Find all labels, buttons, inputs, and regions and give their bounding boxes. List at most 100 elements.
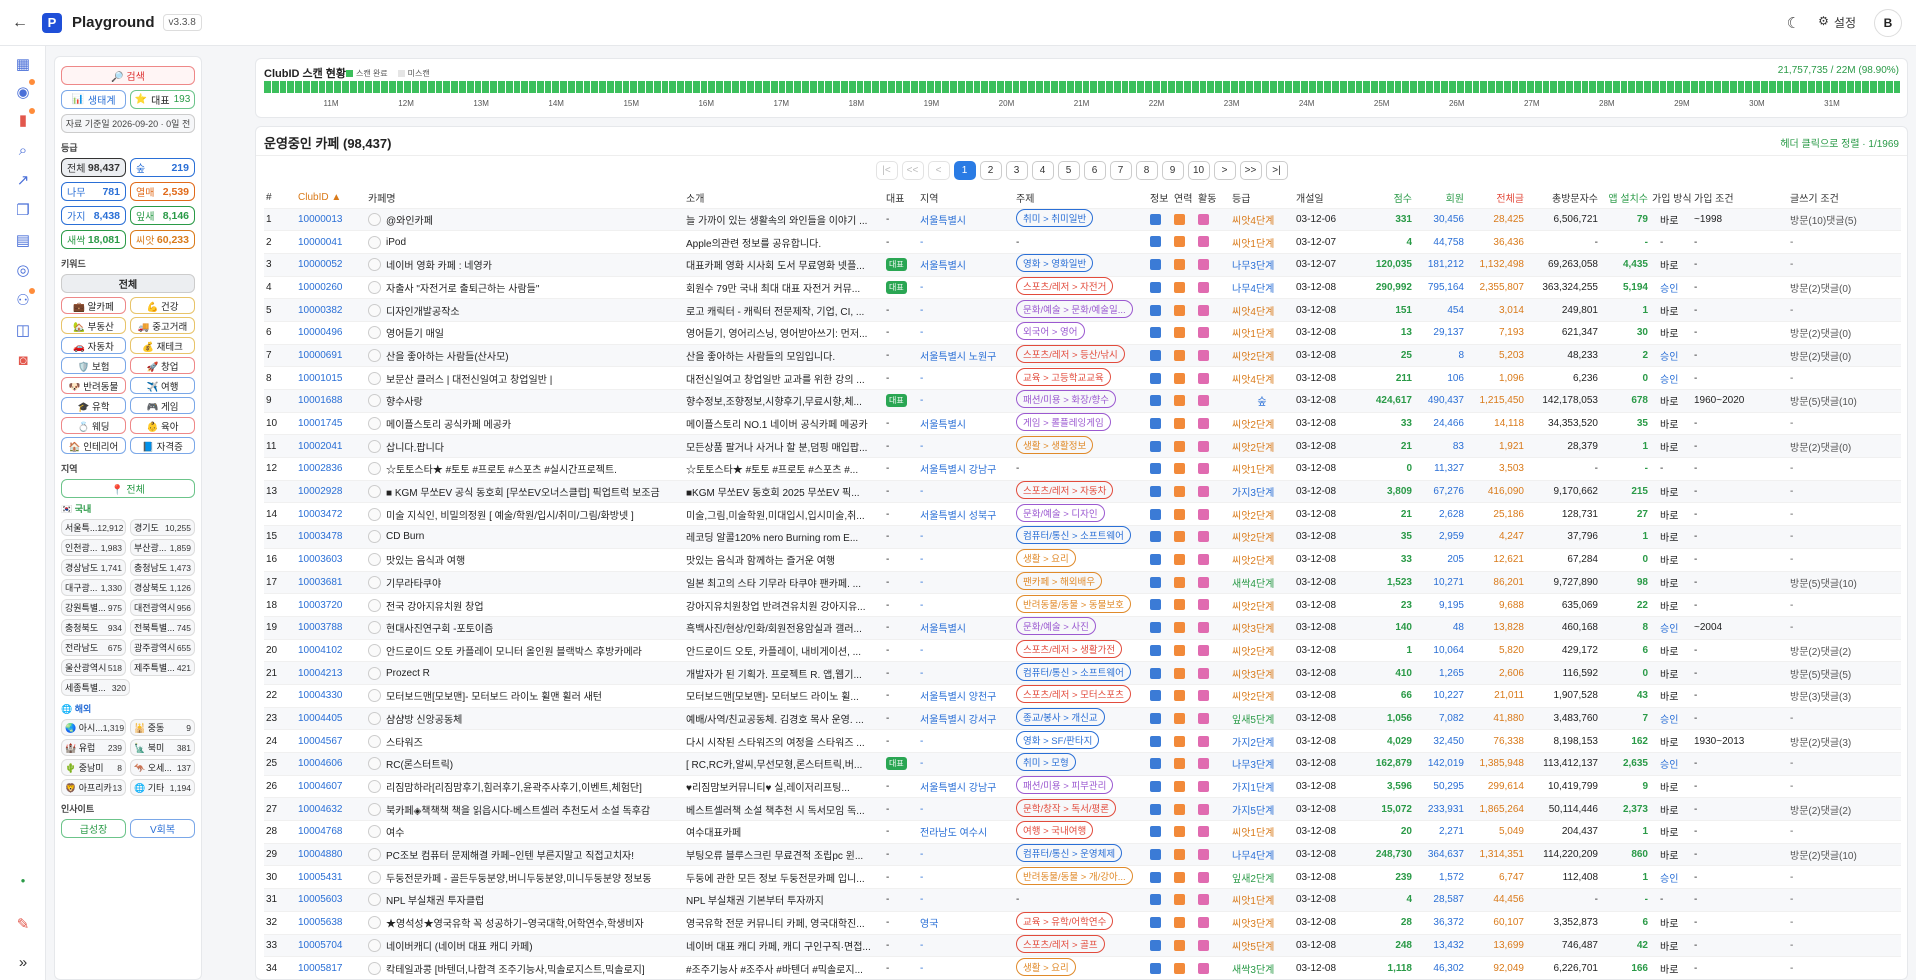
activity-cell[interactable] xyxy=(1196,888,1230,912)
activity-icon[interactable] xyxy=(1198,962,1209,974)
activity-icon[interactable] xyxy=(1198,281,1209,293)
keyword-11[interactable]: 🎓 유학 xyxy=(61,397,126,414)
club-id[interactable]: 10002836 xyxy=(296,457,366,481)
activity-cell[interactable] xyxy=(1196,593,1230,617)
info-cell[interactable] xyxy=(1148,411,1172,435)
topic-badge[interactable]: 종교/봉사 > 개신교 xyxy=(1016,708,1105,726)
info-cell[interactable] xyxy=(1148,638,1172,662)
info-icon[interactable] xyxy=(1150,644,1161,656)
history-icon[interactable] xyxy=(1174,644,1185,656)
activity-icon[interactable] xyxy=(1198,939,1209,951)
topic-badge[interactable]: 생활 > 요리 xyxy=(1016,549,1076,568)
grade-filter-잎새[interactable]: 잎새 8,146 xyxy=(130,206,195,225)
history-cell[interactable] xyxy=(1172,570,1196,594)
info-icon[interactable] xyxy=(1150,531,1161,543)
cafe-name-cell[interactable]: 현대사진연구회 -포토이즘 xyxy=(366,615,684,640)
activity-cell[interactable] xyxy=(1196,865,1230,889)
cafe-name-cell[interactable]: 두둥전문카페 - 골든두둥분양,버니두둥분양,미니두둥분양 정보동 xyxy=(366,865,684,889)
info-icon[interactable] xyxy=(1150,917,1161,929)
info-icon[interactable] xyxy=(1150,327,1161,339)
table-row[interactable]: 20 10004102 안드로이드 오토 카플레이 모니터 올인원 블랙박스 후방카… xyxy=(264,638,1901,662)
club-id[interactable]: 10004632 xyxy=(296,797,366,821)
activity-icon[interactable] xyxy=(1198,486,1209,498)
history-cell[interactable] xyxy=(1172,434,1196,458)
table-row[interactable]: 18 10003720 전국 강아지유치원 창업 강아지유치원창업 반려견유치원 강아… xyxy=(264,593,1901,617)
history-icon[interactable] xyxy=(1174,213,1185,225)
table-row[interactable]: 11 10002041 삽니다.팝니다 모든상품 팔거나 사거나 할 분,덤핑 매입팝… xyxy=(264,434,1901,458)
info-icon[interactable] xyxy=(1150,349,1161,361)
info-icon[interactable] xyxy=(1150,417,1161,429)
activity-cell[interactable] xyxy=(1196,343,1230,367)
info-cell[interactable] xyxy=(1148,502,1172,526)
info-icon[interactable] xyxy=(1150,259,1161,271)
grade-filter-가지[interactable]: 가지 8,438 xyxy=(61,206,126,225)
domestic-region-item[interactable]: 세종특별... 320 xyxy=(61,679,130,696)
activity-icon[interactable] xyxy=(1198,735,1209,747)
history-icon[interactable] xyxy=(1174,939,1185,951)
cafe-name-cell[interactable]: 안드로이드 오토 카플레이 모니터 올인원 블랙박스 후방카메라 xyxy=(366,638,684,662)
history-cell[interactable] xyxy=(1172,389,1196,413)
page-button-4[interactable]: 1 xyxy=(953,161,976,180)
table-row[interactable]: 3 10000052 네이버 영화 카페 : 네영카 대표카페 영화 시사회 도서 무… xyxy=(264,252,1901,277)
cafe-name-cell[interactable]: 여수 xyxy=(366,820,684,844)
domestic-region-item[interactable]: 충청북도 934 xyxy=(61,619,126,636)
topic-badge[interactable]: 취미 > 취미일반 xyxy=(1016,208,1094,227)
info-icon[interactable] xyxy=(1150,803,1161,815)
topic-badge[interactable]: 스포츠/레저 > 자전거 xyxy=(1016,277,1114,295)
cafe-name-cell[interactable]: 산을 좋아하는 사람들(산사모) xyxy=(366,343,684,367)
history-icon[interactable] xyxy=(1174,690,1185,702)
table-row[interactable]: 28 10004768 여수 여수대표카페 - 전라남도 여수시 여행 > 국내여행 씨앗1단… xyxy=(264,820,1901,844)
club-id[interactable]: 10002041 xyxy=(296,434,366,458)
info-icon[interactable] xyxy=(1150,463,1161,475)
activity-icon[interactable] xyxy=(1198,440,1209,452)
keyword-8[interactable]: 🚀 창업 xyxy=(130,357,195,374)
page-button-10[interactable]: 7 xyxy=(1109,161,1132,180)
activity-cell[interactable] xyxy=(1196,820,1230,844)
history-cell[interactable] xyxy=(1172,593,1196,617)
history-cell[interactable] xyxy=(1172,615,1196,640)
column-header[interactable]: 총방문자수 xyxy=(1526,187,1600,208)
overseas-region-item[interactable]: 🌐 기타 1,194 xyxy=(130,779,195,796)
history-cell[interactable] xyxy=(1172,865,1196,889)
club-id[interactable]: 10005704 xyxy=(296,933,366,957)
cafe-name-cell[interactable]: PC조보 컴퓨터 문제해결 카페~인텐 부른지말고 직접고치자! xyxy=(366,842,684,866)
cafe-name-cell[interactable]: 모터보드맨[모보맨]- 모터보드 라이노 휠맨 휠러 새턴 xyxy=(366,683,684,708)
cafe-name-cell[interactable]: @와인카페 xyxy=(366,207,684,231)
club-id[interactable]: 10001688 xyxy=(296,389,366,413)
topic-badge[interactable]: 문화/예술 > 문화/예술일... xyxy=(1016,299,1133,318)
keyword-14[interactable]: 👶 육아 xyxy=(130,417,195,434)
info-cell[interactable] xyxy=(1148,525,1172,549)
table-row[interactable]: 25 10004606 RC(론스터트릭) [ RC,RC카,알씨,무선모형,론스터트… xyxy=(264,752,1901,776)
search-icon[interactable]: ⌕ xyxy=(13,140,33,160)
keyword-10[interactable]: ✈️ 여행 xyxy=(130,377,195,394)
club-id[interactable]: 10004213 xyxy=(296,661,366,685)
topic-badge[interactable]: 반려동물/동물 > 동물보호 xyxy=(1016,594,1131,613)
keyword-7[interactable]: 🛡️ 보험 xyxy=(61,357,126,374)
info-cell[interactable] xyxy=(1148,615,1172,640)
history-cell[interactable] xyxy=(1172,752,1196,776)
info-cell[interactable] xyxy=(1148,683,1172,708)
club-id[interactable]: 10000052 xyxy=(296,252,366,277)
cafe-name-cell[interactable]: 맛있는 음식과 여행 xyxy=(366,547,684,571)
history-cell[interactable] xyxy=(1172,888,1196,912)
club-id[interactable]: 10005431 xyxy=(296,865,366,889)
table-row[interactable]: 8 10001015 보문산 클러스 | 대전신일여고 창업일반 | 대전신일여고 창… xyxy=(264,366,1901,390)
activity-icon[interactable] xyxy=(1198,871,1209,883)
cafe-name-cell[interactable]: RC(론스터트릭) xyxy=(366,752,684,776)
topic-badge[interactable]: 생활 > 요리 xyxy=(1016,957,1076,976)
history-icon[interactable] xyxy=(1174,440,1185,452)
table-row[interactable]: 27 10004632 북카페◈책책책 책을 읽읍시다-베스트셀러 추천도서 소설 … xyxy=(264,797,1901,821)
cafe-name-cell[interactable]: NPL 부실채권 투자클럽 xyxy=(366,888,684,912)
history-icon[interactable] xyxy=(1174,281,1185,293)
topic-badge[interactable]: 스포츠/레저 > 모터스포츠 xyxy=(1016,685,1131,704)
activity-icon[interactable] xyxy=(1198,917,1209,929)
cafe-name-cell[interactable]: 메이플스토리 공식카페 메공카 xyxy=(366,411,684,435)
overseas-region-item[interactable]: 🌵 중남미 8 xyxy=(61,759,126,776)
history-cell[interactable] xyxy=(1172,797,1196,821)
activity-icon[interactable] xyxy=(1198,531,1209,543)
activity-cell[interactable] xyxy=(1196,502,1230,526)
table-row[interactable]: 19 10003788 현대사진연구회 -포토이즘 흑백사진/현상/인화/회원전용암실… xyxy=(264,615,1901,640)
topic-badge[interactable]: 여행 > 국내여행 xyxy=(1016,821,1094,840)
activity-cell[interactable] xyxy=(1196,298,1230,322)
topic-badge[interactable]: 교육 > 유학/어학연수 xyxy=(1016,912,1114,931)
